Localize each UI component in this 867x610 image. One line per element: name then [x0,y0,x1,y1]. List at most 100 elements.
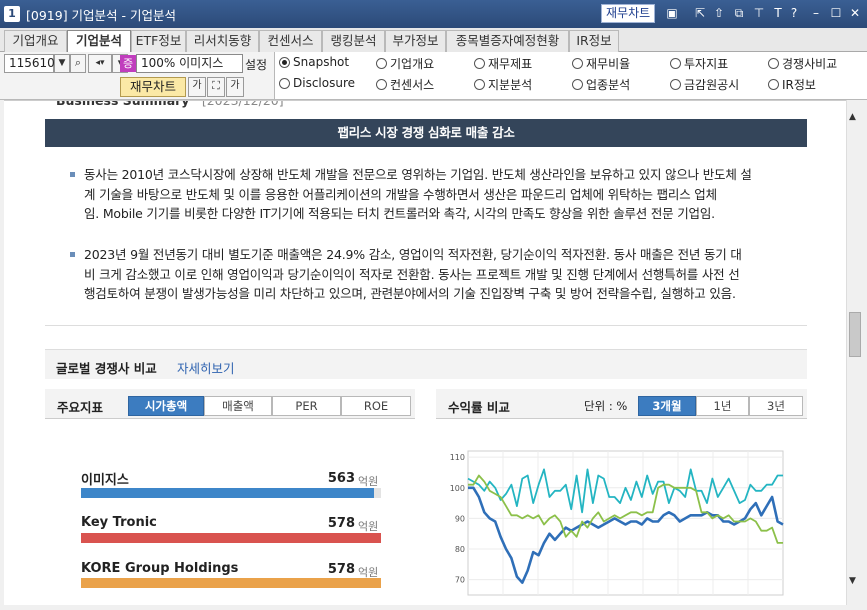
indicators-panel-header: 주요지표 시가총액 매출액 PER ROE [45,389,415,419]
paragraph-line: 동사는 2010년 코스닥시장에 상장해 반도체 개발을 전문으로 영위하는 기… [84,167,752,182]
sound-icon[interactable]: ◂▾ [88,54,112,73]
radio-dot-icon [670,58,681,69]
radio-financial-ratios[interactable]: 재무비율 [572,55,630,72]
global-competitor-header: 글로벌 경쟁사 비교 자세히보기 [45,349,807,379]
tab-3months[interactable]: 3개월 [638,396,696,416]
close-icon[interactable]: ✕ [847,5,863,21]
tab-3years[interactable]: 3년 [749,396,803,416]
tab-revenue[interactable]: 매출액 [204,396,272,416]
font-icon[interactable]: T [770,5,786,21]
business-summary-heading: Business Summary [2023/12/20] [56,100,284,108]
see-more-link[interactable]: 자세히보기 [177,358,235,377]
vertical-scrollbar[interactable]: ▲ ▼ [846,100,863,605]
tab-per[interactable]: PER [272,396,341,416]
company-bar-fill [81,488,374,498]
radio-snapshot[interactable]: Snapshot [279,55,349,69]
tab-market-cap[interactable]: 시가총액 [128,396,204,416]
tab-research[interactable]: 리서치동향 [186,30,259,52]
settings-link[interactable]: 설정 [245,56,267,73]
stock-code-input[interactable]: 115610 [4,54,55,73]
indicators-title: 주요지표 [57,400,104,415]
title-bar: 1 [0919] 기업분석 - 기업분석 재무차트 ▣ ⇱ ⇧ ⧉ ⊤ T ? … [0,0,867,28]
help-icon[interactable]: ? [786,5,802,21]
chart-icon[interactable]: ▣ [664,5,680,21]
tab-company-overview[interactable]: 기업개요 [4,30,67,52]
radio-label: Snapshot [293,55,350,69]
radio-label: 업종분석 [586,78,631,92]
radio-label: 기업개요 [390,57,435,71]
company-name-field[interactable]: 100% 이미지스 [136,54,243,73]
radio-label: 경쟁사비교 [782,57,838,71]
radio-consensus[interactable]: 컨센서스 [376,76,434,93]
tab-company-analysis[interactable]: 기업분석 [67,30,131,53]
unit-label: 억원 [358,520,379,533]
link-icon[interactable]: ⇱ [692,5,708,21]
radio-investment-indicators[interactable]: 투자지표 [670,55,728,72]
arrow-up-icon[interactable]: ⇧ [711,5,727,21]
global-competitor-title: 글로벌 경쟁사 비교 [56,361,157,376]
company-name: KORE Group Holdings [81,561,239,576]
content-area: Business Summary [2023/12/20] 팹리스 시장 경쟁 … [4,100,846,605]
radio-label: 투자지표 [684,57,729,71]
returns-panel-header: 수익률 비교 단위 : % 3개월 1년 3년 [436,389,807,419]
tab-roe[interactable]: ROE [341,396,411,416]
radio-fss-disclosure[interactable]: 금감원공시 [670,76,739,93]
divider [45,325,807,326]
returns-line-chart: 70 80 90 100 110 [450,450,784,596]
paragraph-line: 행검토하여 분쟁이 발생가능성을 미리 차단하고 있으며, 관련분야에서의 기술… [84,286,736,301]
radio-company-overview[interactable]: 기업개요 [376,55,434,72]
tab-etf-info[interactable]: ETF정보 [131,30,186,52]
tab-ranking[interactable]: 랭킹분석 [322,30,385,52]
radio-label: IR정보 [782,78,816,92]
tab-ir-info[interactable]: IR정보 [569,30,619,52]
bullet-icon [70,172,75,177]
code-dropdown-icon[interactable]: ▼ [54,54,70,73]
radio-label: 금감원공시 [684,78,740,92]
radio-shareholding[interactable]: 지분분석 [474,76,532,93]
tab-capital-increase[interactable]: 종목별증자예정현황 [446,30,569,52]
company-bar [81,488,381,498]
bullet-icon [70,252,75,257]
radio-disclosure[interactable]: Disclosure [279,76,355,90]
radio-dot-icon [279,56,290,68]
returns-unit-label: 단위 : % [584,399,628,413]
radio-label: Disclosure [293,76,356,90]
financial-chart-button[interactable]: 재무차트 [120,77,186,97]
financial-chart-title-button[interactable]: 재무차트 [601,4,656,23]
minimize-icon[interactable]: – [808,5,824,21]
scroll-down-icon[interactable]: ▼ [849,576,856,586]
summary-date: [2023/12/20] [201,100,284,108]
summary-banner: 팹리스 시장 경쟁 심화로 매출 감소 [45,119,807,147]
radio-dot-icon [572,58,583,69]
radio-label: 지분분석 [488,78,533,92]
tab-1year[interactable]: 1년 [696,396,749,416]
expand-icon[interactable]: ⛶ [207,77,225,97]
radio-competitor-comparison[interactable]: 경쟁사비교 [768,55,837,72]
y-tick-label: 70 [455,576,465,585]
scroll-thumb[interactable] [849,312,861,357]
summary-paragraph-1: 동사는 2010년 코스닥시장에 상장해 반도체 개발을 전문으로 영위하는 기… [84,165,806,224]
font-smaller-button[interactable]: 가 [188,77,206,97]
company-bar-fill [81,533,381,543]
tab-additional-info[interactable]: 부가정보 [385,30,446,52]
scroll-up-icon[interactable]: ▲ [849,112,856,122]
company-bar-fill [81,578,381,588]
radio-label: 재무제표 [488,57,533,71]
radio-industry-analysis[interactable]: 업종분석 [572,76,630,93]
search-icon[interactable]: ⌕ [70,54,86,73]
radio-label: 컨센서스 [390,78,435,92]
maximize-icon[interactable]: ☐ [828,5,844,21]
radio-financial-statements[interactable]: 재무제표 [474,55,532,72]
tab-consensus[interactable]: 컨센서스 [259,30,322,52]
radio-ir-info[interactable]: IR정보 [768,76,816,93]
window-icon[interactable]: ⧉ [731,5,747,21]
font-larger-button[interactable]: 가 [226,77,244,97]
company-name: 이미지스 [179,56,224,70]
zoom-label: 100% [141,56,176,70]
company-value: 563 [327,471,355,486]
unit-label: 억원 [358,475,379,488]
y-tick-label: 100 [450,484,465,493]
y-tick-label: 110 [450,453,465,462]
pin-icon[interactable]: ⊤ [751,5,767,21]
company-bar [81,533,381,543]
